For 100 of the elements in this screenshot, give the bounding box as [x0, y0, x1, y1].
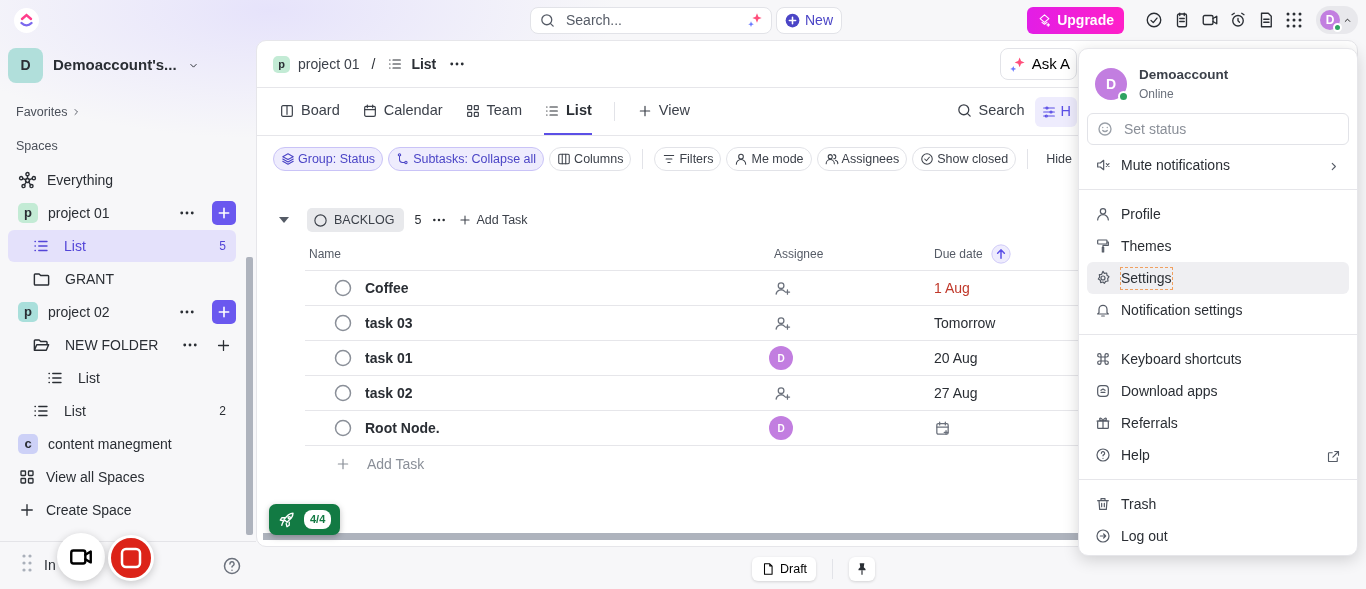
breadcrumb-link[interactable]: project 01	[298, 53, 360, 75]
workspace-avatar: D	[8, 47, 43, 83]
view-tab[interactable]: List	[544, 88, 592, 135]
status-circle-icon[interactable]	[333, 348, 353, 368]
checkmark-circle-icon[interactable]	[1145, 11, 1163, 29]
view-tab[interactable]: Team	[464, 88, 522, 135]
task-name[interactable]: Coffee	[365, 277, 409, 299]
add-task-button[interactable]: Add Task	[457, 209, 529, 231]
rocket-icon	[278, 510, 296, 529]
column-header[interactable]: Assignee	[774, 247, 824, 261]
menu-item[interactable]: Referrals	[1087, 407, 1349, 440]
menu-item[interactable]: Mute notifications	[1087, 149, 1349, 182]
add-button[interactable]	[212, 201, 236, 225]
status-circle-icon[interactable]	[333, 278, 353, 298]
menu-item[interactable]: Notification settings	[1087, 294, 1349, 327]
status-circle-icon[interactable]	[333, 383, 353, 403]
search-button[interactable]: Search	[955, 88, 1025, 135]
customize-button[interactable]: H	[1034, 96, 1077, 127]
filter-chip[interactable]: Show closed	[912, 147, 1017, 171]
gift-icon	[1095, 415, 1111, 432]
due-date[interactable]: 20 Aug	[934, 349, 978, 366]
ask-ai-button[interactable]: Ask A	[999, 48, 1077, 80]
task-name[interactable]: task 02	[365, 382, 413, 404]
set-status-box[interactable]: Set status	[1087, 113, 1349, 146]
new-button[interactable]: New	[776, 6, 842, 34]
column-header[interactable]: Name	[309, 245, 341, 263]
stop-recording-button[interactable]	[108, 535, 154, 581]
rocket-badge[interactable]: 4/4	[269, 504, 341, 535]
menu-item[interactable]: Log out	[1087, 520, 1349, 553]
view-tab[interactable]: Board	[279, 88, 340, 135]
user-name: Demoaccount	[1139, 66, 1229, 84]
sidebar-item[interactable]: GRANT	[8, 263, 236, 295]
due-date[interactable]: 27 Aug	[934, 384, 978, 401]
favorites-heading[interactable]: Favorites	[16, 102, 68, 122]
add-assignee-icon[interactable]	[774, 315, 791, 333]
workspace-name[interactable]: Demoaccount's...	[53, 53, 177, 77]
filter-chip[interactable]: Assignees	[816, 147, 908, 171]
search-bar[interactable]: Search...	[530, 6, 772, 34]
smiley-icon	[1096, 120, 1114, 139]
filter-chip[interactable]: Filters	[654, 147, 722, 171]
breadcrumb-current[interactable]: List	[411, 53, 437, 75]
due-date[interactable]: 1 Aug	[934, 279, 970, 296]
command-key-icon	[1095, 351, 1111, 368]
apps-grid-icon[interactable]	[1286, 12, 1302, 28]
draft-button[interactable]: Draft	[752, 557, 817, 581]
sidebar-item[interactable]: Create Space	[8, 494, 236, 526]
task-name[interactable]: task 03	[365, 312, 413, 334]
task-name[interactable]: task 01	[365, 347, 413, 369]
filter-chip[interactable]: Group: Status	[273, 147, 384, 171]
status-circle-icon[interactable]	[333, 418, 353, 438]
sidebar-item[interactable]: View all Spaces	[8, 461, 236, 493]
menu-item[interactable]: Settings	[1087, 262, 1349, 295]
menu-item[interactable]: Trash	[1087, 488, 1349, 521]
plus-icon	[335, 456, 351, 472]
help-icon[interactable]	[222, 556, 242, 577]
collapse-caret-icon[interactable]	[279, 216, 289, 224]
sidebar-item[interactable]: List 5	[8, 230, 236, 262]
filter-icon	[662, 152, 677, 166]
add-button[interactable]	[212, 300, 236, 324]
sidebar-item[interactable]: List 2	[8, 395, 236, 427]
filter-chip[interactable]: Me mode	[726, 147, 812, 171]
sidebar-item[interactable]: p project 02	[8, 296, 236, 328]
upgrade-button[interactable]: Upgrade	[1027, 6, 1124, 34]
filter-chip[interactable]: Subtasks: Collapse all	[388, 147, 545, 171]
menu-item[interactable]: Profile	[1087, 198, 1349, 231]
space-badge: c	[18, 434, 38, 454]
menu-item[interactable]: Keyboard shortcuts	[1087, 343, 1349, 376]
add-date-icon[interactable]	[934, 420, 951, 438]
task-name[interactable]: Root Node.	[365, 417, 440, 439]
sidebar-item[interactable]: List	[8, 362, 236, 394]
menu-item[interactable]: Download apps	[1087, 375, 1349, 408]
due-date[interactable]: Tomorrow	[934, 314, 996, 331]
search-field[interactable]: Search...	[564, 8, 739, 32]
item-count: 2	[219, 403, 226, 420]
sidebar-item[interactable]: p project 01	[8, 197, 236, 229]
scrollbar[interactable]	[246, 257, 253, 535]
status-circle-icon[interactable]	[333, 313, 353, 333]
app-logo[interactable]	[14, 7, 39, 33]
add-assignee-icon[interactable]	[774, 280, 791, 298]
alarm-clock-icon[interactable]	[1229, 11, 1247, 29]
column-header[interactable]: Due date	[934, 245, 983, 263]
subtasks-icon	[396, 152, 411, 166]
view-tab[interactable]: Calendar	[361, 88, 443, 135]
sidebar-item[interactable]: NEW FOLDER	[8, 329, 236, 361]
document-icon	[761, 562, 775, 576]
board-icon	[279, 102, 295, 119]
settings-icon	[1095, 270, 1111, 287]
add-view-button[interactable]: View	[636, 88, 690, 135]
sidebar-item[interactable]: c content manegment	[8, 428, 236, 460]
pin-button[interactable]	[849, 557, 876, 581]
camera-button[interactable]	[57, 533, 105, 581]
space-badge: p	[18, 203, 38, 223]
add-assignee-icon[interactable]	[774, 385, 791, 403]
filter-chip[interactable]: Columns	[549, 147, 632, 171]
person-icon	[734, 152, 749, 166]
invite-label[interactable]: In	[44, 555, 56, 576]
menu-item[interactable]: Themes	[1087, 230, 1349, 263]
task-count: 5	[414, 211, 422, 229]
sidebar-item[interactable]: Everything	[8, 164, 236, 196]
menu-item[interactable]: Help	[1087, 439, 1349, 472]
